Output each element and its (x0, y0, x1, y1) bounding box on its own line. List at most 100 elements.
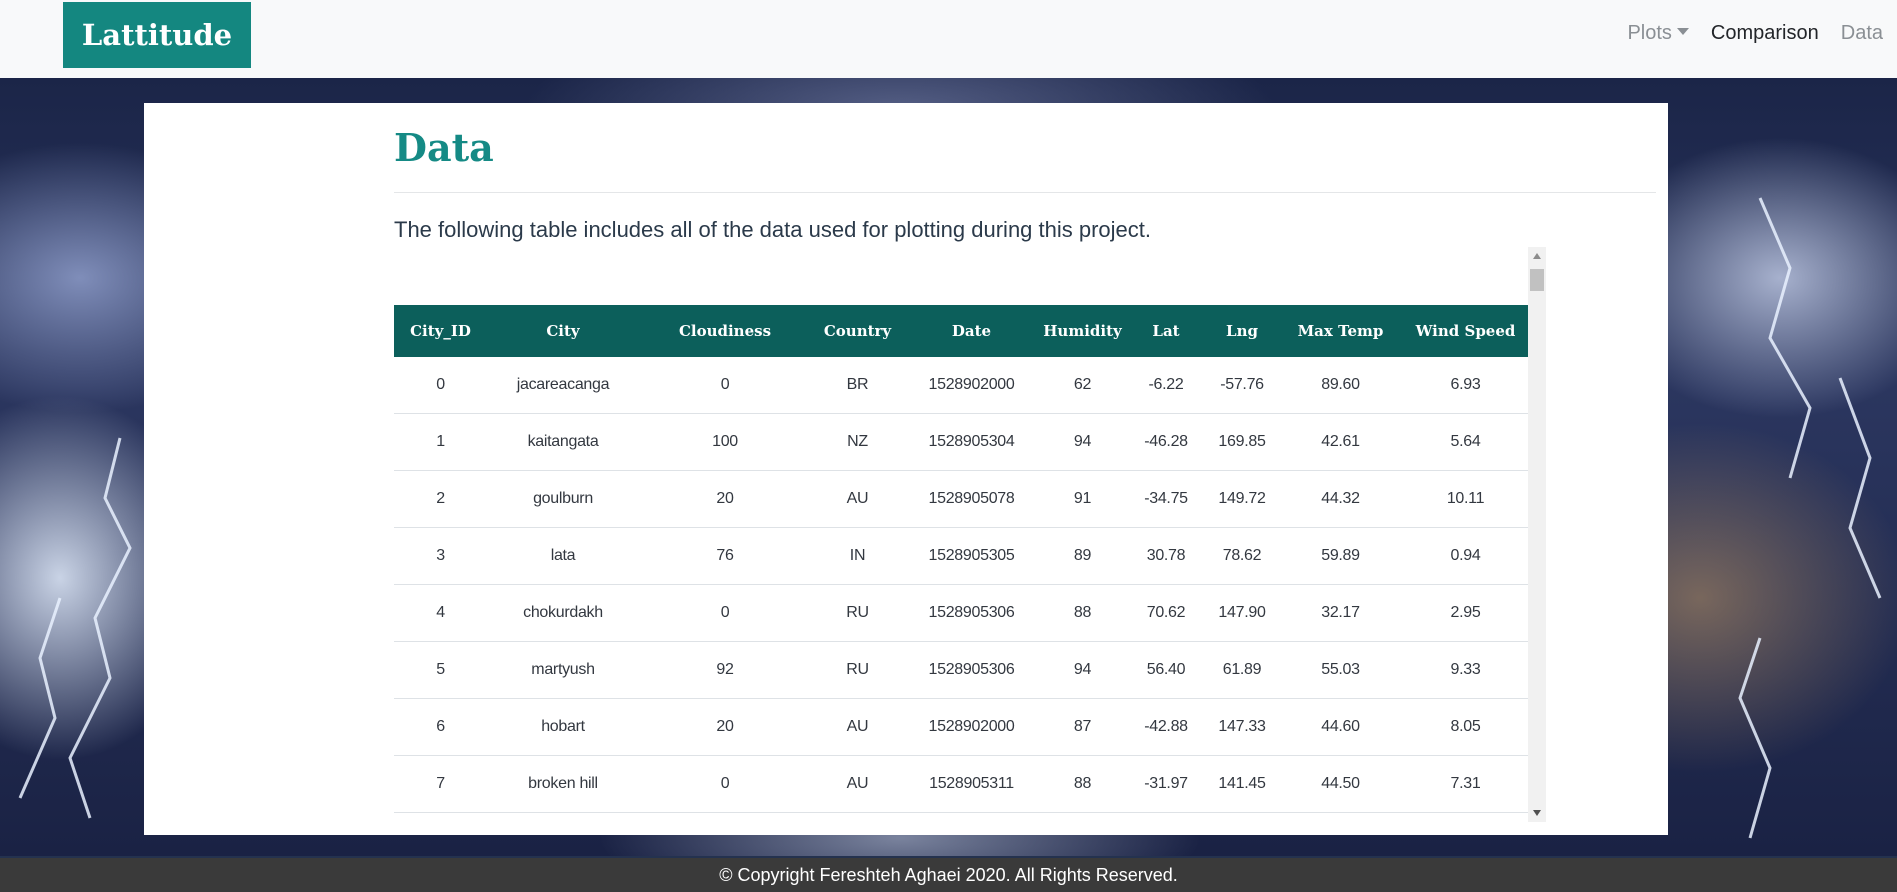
table-cell: 0 (639, 357, 811, 414)
table-row: 7 broken hill 0 AU 1528905311 88 -31.97 141.45 4… (394, 755, 1528, 813)
table-cell: 0 (394, 357, 487, 414)
table-cell: 92 (639, 641, 811, 699)
table-cell: 1528905306 (904, 641, 1039, 699)
nav-data-link[interactable]: Data (1841, 22, 1883, 45)
table-cell: 5.64 (1403, 413, 1528, 471)
table-cell: 20 (639, 470, 811, 528)
copyright-text: © Copyright Fereshteh Aghaei 2020. All R… (719, 864, 1178, 885)
table-cell: 6.93 (1403, 357, 1528, 414)
column-header[interactable]: Cloudiness (639, 305, 811, 357)
column-header[interactable]: Lat (1126, 305, 1206, 357)
table-cell: 76 (639, 527, 811, 585)
table-cell: -46.28 (1126, 413, 1206, 471)
table-cell: broken hill (487, 755, 639, 813)
table-cell: 9.33 (1403, 641, 1528, 699)
table-cell: 42.61 (1278, 413, 1403, 471)
table-cell: -42.88 (1126, 698, 1206, 756)
table-cell: 169.85 (1206, 413, 1278, 471)
column-header[interactable]: Date (904, 305, 1039, 357)
table-cell: 0.94 (1403, 527, 1528, 585)
table-cell: 147.33 (1206, 698, 1278, 756)
table-cell: BR (811, 357, 904, 414)
table-cell: 7.31 (1403, 755, 1528, 813)
table-cell: 1528905305 (904, 527, 1039, 585)
nav-plots-dropdown[interactable]: Plots (1627, 22, 1689, 45)
table-cell: 10.11 (1403, 470, 1528, 528)
table-cell: chokurdakh (487, 584, 639, 642)
table-scrollbar[interactable] (1528, 247, 1546, 822)
table-cell: RU (811, 641, 904, 699)
table-cell: 88 (1039, 584, 1126, 642)
table-cell: 78.62 (1206, 527, 1278, 585)
table-cell: AU (811, 755, 904, 813)
table-cell: 5 (394, 641, 487, 699)
table-cell: 1 (394, 413, 487, 471)
intro-text: The following table includes all of the … (394, 217, 1152, 242)
table-cell: 1528905311 (904, 755, 1039, 813)
table-cell: 56.40 (1126, 641, 1206, 699)
scroll-down-arrow-icon[interactable] (1533, 810, 1541, 816)
table-body: 0 jacareacanga 0 BR 1528902000 62 -6.22 -57.76 8… (394, 357, 1528, 813)
table-cell: 91 (1039, 470, 1126, 528)
nav-comparison-link[interactable]: Comparison (1711, 22, 1819, 45)
data-table: City_ID City Cloudiness Country Date Hum… (394, 305, 1528, 813)
column-header[interactable]: Max Temp (1278, 305, 1403, 357)
column-header[interactable]: Humidity (1039, 305, 1126, 357)
table-cell: 55.03 (1278, 641, 1403, 699)
table-cell: hobart (487, 698, 639, 756)
table-cell: 94 (1039, 641, 1126, 699)
table-cell: 141.45 (1206, 755, 1278, 813)
table-cell: 89.60 (1278, 357, 1403, 414)
table-row: 0 jacareacanga 0 BR 1528902000 62 -6.22 -57.76 8… (394, 357, 1528, 414)
table-cell: 1528905306 (904, 584, 1039, 642)
table-cell: 6 (394, 698, 487, 756)
table-row: 2 goulburn 20 AU 1528905078 91 -34.75 149.72 44.… (394, 470, 1528, 528)
table-row: 5 martyush 92 RU 1528905306 94 56.40 61.89 55.03… (394, 641, 1528, 699)
table-cell: 147.90 (1206, 584, 1278, 642)
brand-logo[interactable]: Lattitude (63, 2, 251, 68)
table-cell: 89 (1039, 527, 1126, 585)
table-cell: AU (811, 698, 904, 756)
table-row: 6 hobart 20 AU 1528902000 87 -42.88 147.33 44.60… (394, 698, 1528, 756)
table-cell: 4 (394, 584, 487, 642)
table-scroll-container[interactable]: City_ID City Cloudiness Country Date Hum… (394, 247, 1528, 822)
table-cell: 1528905078 (904, 470, 1039, 528)
column-header[interactable]: Lng (1206, 305, 1278, 357)
table-cell: 32.17 (1278, 584, 1403, 642)
table-cell: IN (811, 527, 904, 585)
table-cell: -34.75 (1126, 470, 1206, 528)
table-cell: AU (811, 470, 904, 528)
table-cell: 30.78 (1126, 527, 1206, 585)
table-cell: kaitangata (487, 413, 639, 471)
table-cell: 87 (1039, 698, 1126, 756)
content-card: Data The following table includes all of… (144, 103, 1668, 835)
footer: © Copyright Fereshteh Aghaei 2020. All R… (0, 856, 1897, 892)
table-row: 1 kaitangata 100 NZ 1528905304 94 -46.28 169.85… (394, 413, 1528, 471)
table-cell: 44.32 (1278, 470, 1403, 528)
column-header[interactable]: Wind Speed (1403, 305, 1528, 357)
table-header-row: City_ID City Cloudiness Country Date Hum… (394, 305, 1528, 357)
scroll-thumb[interactable] (1530, 269, 1544, 291)
table-cell: lata (487, 527, 639, 585)
table-cell: 100 (639, 413, 811, 471)
column-header[interactable]: Country (811, 305, 904, 357)
table-cell: 1528902000 (904, 357, 1039, 414)
table-cell: 149.72 (1206, 470, 1278, 528)
table-cell: 1528902000 (904, 698, 1039, 756)
table-cell: 70.62 (1126, 584, 1206, 642)
nav-links: Plots Comparison Data (1627, 22, 1883, 45)
table-cell: 59.89 (1278, 527, 1403, 585)
table-cell: NZ (811, 413, 904, 471)
navbar: Lattitude Plots Comparison Data (0, 0, 1897, 78)
nav-plots-label: Plots (1627, 22, 1672, 44)
column-header[interactable]: City (487, 305, 639, 357)
table-cell: -57.76 (1206, 357, 1278, 414)
column-header[interactable]: City_ID (394, 305, 487, 357)
table-cell: 3 (394, 527, 487, 585)
scroll-up-arrow-icon[interactable] (1533, 253, 1541, 259)
page-title: Data (394, 125, 494, 170)
table-cell: goulburn (487, 470, 639, 528)
table-cell: 94 (1039, 413, 1126, 471)
table-cell: 7 (394, 755, 487, 813)
divider (394, 192, 1656, 193)
